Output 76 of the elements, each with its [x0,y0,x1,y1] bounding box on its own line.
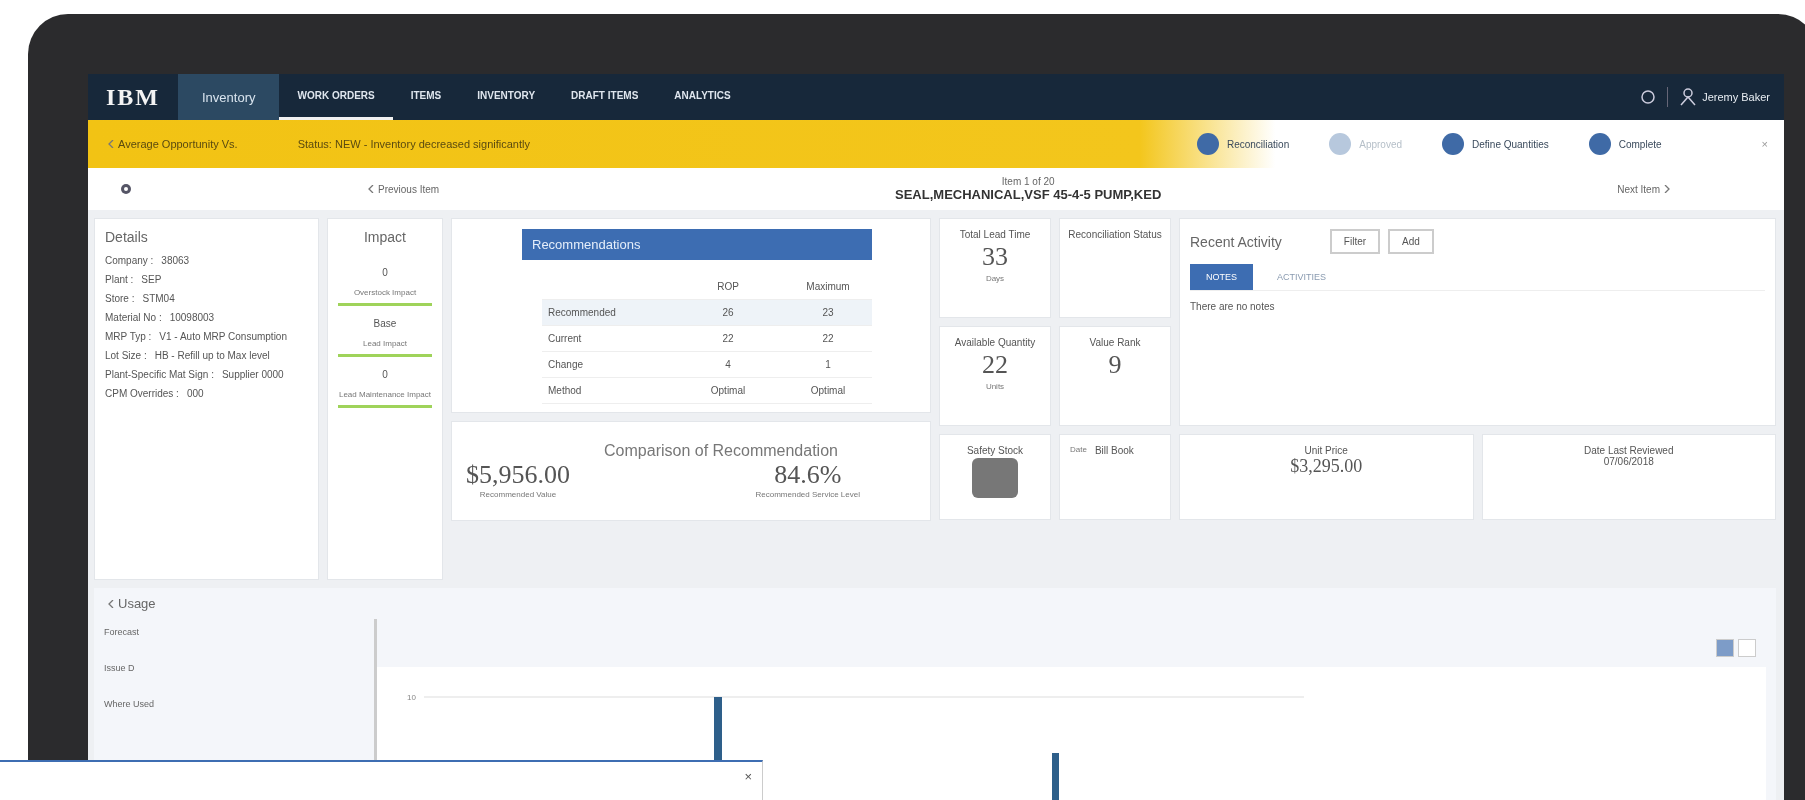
user-icon[interactable] [1680,88,1697,106]
field-value: 10098003 [169,312,215,323]
field-label: MRP Typ : [105,331,152,342]
column-header: Maximum [805,281,851,292]
card-title: Recent Activity [1190,233,1282,250]
field-label: Store : [105,293,135,304]
usage-menu-item[interactable]: Where Used [104,699,374,709]
logo: IBM [105,83,161,111]
activity-button[interactable]: Filter [1329,229,1381,254]
impact-item: 0 Overstock Impact [338,255,432,306]
step-label: Approved [1359,138,1403,150]
axis-tick: 10 [407,693,416,702]
chevron-left-icon [108,140,114,148]
section-title: Usage [118,596,156,611]
field-label: Company : [105,255,154,266]
stat-card: Available Quantity 22 Units [939,326,1051,426]
stat-card: Value Rank 9 [1059,326,1171,426]
stat-card: Total Lead Time 33 Days [939,218,1051,318]
safety-stock-card: Safety Stock [939,434,1051,520]
field-value: 38063 [161,255,190,266]
field-label: Material No : [105,312,162,323]
item-counter: Item 1 of 20 [1001,176,1055,187]
card-title: Details [105,229,149,245]
activity-button[interactable]: Add [1388,229,1434,254]
nav-tab[interactable]: DRAFT ITEMS [553,74,657,120]
field-value: Supplier 0000 [221,369,284,380]
bill-book-card: Date Bill Book [1059,434,1171,520]
app-menu[interactable]: Inventory [178,74,280,120]
column-header: ROP [716,281,740,292]
card-title: Recommendations [522,229,872,260]
field-value: V1 - Auto MRP Consumption [159,331,287,342]
field-value: SEP [141,274,162,285]
review-label: Date Last Reviewed [1583,445,1675,456]
chevron-right-icon [1664,185,1670,193]
chevron-left-icon [108,599,114,608]
field-value: 000 [186,388,204,399]
step-label: Reconciliation [1226,138,1290,150]
badge-icon [972,458,1018,498]
stat-card: Reconciliation Status [1059,218,1171,318]
chevron-left-icon [368,185,374,193]
close-button[interactable]: × [734,762,762,784]
metric-label: Recommended Value [479,490,557,499]
field-label: Plant-Specific Mat Sign : [105,369,214,380]
card-title: Comparison of Recommendation [603,442,839,460]
metric-value: $5,956.00 [466,460,570,490]
metric-value: 84.6% [774,460,842,490]
field-value: HB - Refill up to Max level [154,350,270,361]
previous-item-link[interactable]: Previous Item [378,183,440,195]
nav-tab[interactable]: ANALYTICS [656,74,749,120]
field-label: Lot Size : [105,350,147,361]
status-text: Status: NEW - Inventory decreased significantly [297,138,530,150]
review-date: 07/06/2018 [1602,456,1655,467]
unit-price-label: Unit Price [1303,445,1349,456]
impact-item: 0 Lead Maintenance Impact [338,357,432,408]
nav-tab[interactable]: ITEMS [392,74,460,120]
empty-message: There are no notes [1190,301,1275,312]
impact-item: Base Lead Impact [338,306,432,357]
field-label: CPM Overrides : [105,388,179,399]
step-label: Complete [1618,138,1662,150]
item-title: SEAL,MECHANICAL,VSF 45-4-5 PUMP,KED [895,187,1162,202]
activity-tab[interactable]: NOTES [1190,264,1253,290]
unit-price-value: $3,295.00 [1290,456,1363,476]
usage-menu-item[interactable]: Issue D [104,663,374,673]
field-label: Plant : [105,274,134,285]
user-name[interactable]: Jeremy Baker [1696,91,1784,103]
nav-tab[interactable]: INVENTORY [459,74,554,120]
step-label: Define Quantities [1472,138,1549,150]
metric-label: Recommended Service Level [755,490,860,499]
card-title: Impact [363,229,407,245]
view-toggle[interactable] [1716,639,1734,657]
view-toggle[interactable] [1738,639,1756,657]
usage-menu-item[interactable]: Forecast [104,627,374,637]
table-row: Recommended 26 23 [542,300,872,326]
next-item-link[interactable]: Next Item [1617,183,1660,195]
back-link[interactable]: Average Opportunity Vs. [118,138,238,150]
field-value: STM04 [142,293,175,304]
